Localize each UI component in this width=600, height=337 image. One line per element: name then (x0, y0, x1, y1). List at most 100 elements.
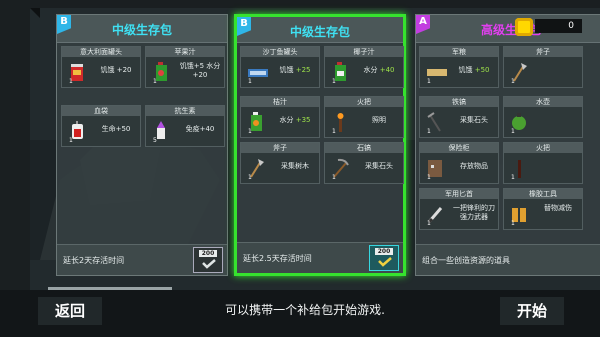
item-name: 沙丁鱼罐头 (241, 47, 319, 57)
stat-label: 饥饿 (279, 66, 294, 74)
stat-value: +40 (379, 66, 395, 74)
item-count: 1 (511, 174, 515, 181)
coin-counter: 0 (515, 18, 582, 36)
pack-title: 中级生存包 (289, 25, 350, 39)
item-name: 火把 (504, 143, 582, 153)
item-count: 1 (332, 128, 336, 135)
item-stat: 照明 (372, 116, 386, 124)
pack-card-1[interactable]: B 中级生存包 意大利面罐头 1 饥饿 +20 苹果汁 1 饥饿+5 水分+20… (56, 14, 228, 276)
hint-text: 可以携带一个补给包开始游戏. (225, 303, 385, 317)
item-slot[interactable]: 斧子 1 (503, 46, 583, 88)
select-pack-button[interactable]: 200 (193, 247, 223, 273)
item-stat: 饥饿 +50 (450, 66, 498, 75)
item-name: 苹果汁 (146, 47, 224, 57)
item-stat: 饥饿 +25 (271, 66, 319, 75)
item-count: 1 (332, 78, 336, 85)
item-name: 橡胶工具 (504, 189, 582, 199)
item-name: 火把 (325, 97, 403, 107)
item-name: 水壶 (504, 97, 582, 107)
item-name: 石镐 (325, 143, 403, 153)
select-pack-button[interactable]: 200 (369, 245, 399, 271)
item-count: 5 (153, 137, 157, 144)
stat-value: +50 (474, 66, 490, 74)
item-slot[interactable]: 苹果汁 1 饥饿+5 水分+20 (145, 46, 225, 88)
price-label: 200 (375, 248, 393, 255)
item-name: 椰子汁 (325, 47, 403, 57)
item-slot[interactable]: 血袋 1 生命+50 (61, 105, 141, 147)
item-name: 斧子 (241, 143, 319, 153)
pack-description: 延长2.5天存活时间 (243, 254, 312, 263)
item-stat: 采集石头 (460, 116, 488, 124)
pack-footer: 延长2.5天存活时间 200 (237, 242, 403, 273)
item-slot[interactable]: 意大利面罐头 1 饥饿 +20 (61, 46, 141, 88)
pack-card-2[interactable]: B 中级生存包 沙丁鱼罐头 1 饥饿 +25 椰子汁 1 水分 +40 桔汁 1… (234, 14, 406, 276)
item-slot[interactable]: 火把 1 (503, 142, 583, 184)
pack-description: 组合一些创造资源的道具 (422, 256, 510, 265)
item-count: 1 (332, 174, 336, 181)
item-slot[interactable]: 桔汁 1 水分 +35 (240, 96, 320, 138)
item-stat: 免疫+40 (185, 125, 215, 133)
item-slot[interactable]: 保险柜 1 存放物品 (419, 142, 499, 184)
item-stat: 水分 +35 (271, 116, 319, 125)
item-count: 1 (427, 220, 431, 227)
item-slot[interactable]: 抗生素 5 免疫+40 (145, 105, 225, 147)
gold-coin-icon (515, 18, 533, 36)
item-name: 军粮 (420, 47, 498, 57)
item-stat: 采集石头 (365, 162, 393, 170)
item-slot[interactable]: 军用匕首 1 一把锋利的刀 强力武器 (419, 188, 499, 230)
item-slot[interactable]: 沙丁鱼罐头 1 饥饿 +25 (240, 46, 320, 88)
start-button[interactable]: 开始 (500, 297, 564, 325)
item-count: 1 (153, 78, 157, 85)
item-stat: 生命+50 (101, 125, 131, 133)
item-slot[interactable]: 铁镐 1 采集石头 (419, 96, 499, 138)
back-button[interactable]: 返回 (38, 297, 102, 325)
item-count: 1 (248, 128, 252, 135)
item-slot[interactable]: 水壶 1 (503, 96, 583, 138)
item-name: 桔汁 (241, 97, 319, 107)
item-count: 1 (427, 174, 431, 181)
item-stat: 饥饿+5 水分+20 (179, 62, 221, 79)
item-slot[interactable]: 橡胶工具 1 替物减伤 (503, 188, 583, 230)
item-count: 1 (248, 78, 252, 85)
item-slot[interactable]: 石镐 1 采集石头 (324, 142, 404, 184)
item-name: 抗生素 (146, 106, 224, 116)
item-name: 铁镐 (420, 97, 498, 107)
item-stat: 饥饿 +20 (100, 66, 132, 74)
item-slot[interactable]: 斧子 1 采集树木 (240, 142, 320, 184)
pack-header: B 中级生存包 (57, 15, 227, 43)
item-name: 意大利面罐头 (62, 47, 140, 57)
stat-label: 水分 (279, 116, 294, 124)
pack-footer: 延长2天存活时间 200 (57, 244, 227, 275)
item-slot[interactable]: 椰子汁 1 水分 +40 (324, 46, 404, 88)
pack-title: 中级生存包 (111, 23, 172, 37)
item-count: 1 (511, 220, 515, 227)
stat-value: +35 (295, 116, 311, 124)
coin-count: 0 (535, 19, 582, 33)
stat-label: 水分 (363, 66, 378, 74)
item-stat: 水分 +40 (355, 66, 403, 75)
item-slot[interactable]: 军粮 1 饥饿 +50 (419, 46, 499, 88)
pack-description: 延长2天存活时间 (63, 256, 125, 265)
pack-footer: 组合一些创造资源的道具 (416, 244, 600, 275)
item-count: 1 (511, 128, 515, 135)
item-count: 1 (248, 174, 252, 181)
item-count: 1 (427, 78, 431, 85)
pack-card-3[interactable]: A 高级生存包 军粮 1 饥饿 +50 斧子 1 铁镐 1 采集石头 水壶 1 (415, 14, 600, 276)
item-name: 保险柜 (420, 143, 498, 153)
item-stat: 存放物品 (460, 162, 488, 170)
stat-value: +25 (295, 66, 311, 74)
item-name: 斧子 (504, 47, 582, 57)
pack-header: B 中级生存包 (237, 17, 403, 43)
checkmark-icon (378, 257, 392, 267)
price-label: 200 (199, 250, 217, 257)
item-stat: 一把锋利的刀 强力武器 (453, 204, 495, 221)
item-count: 1 (427, 128, 431, 135)
horizontal-scrollbar[interactable] (48, 287, 172, 290)
item-slot[interactable]: 火把 1 照明 (324, 96, 404, 138)
item-stat: 替物减伤 (544, 204, 572, 212)
item-name: 军用匕首 (420, 189, 498, 199)
item-name: 血袋 (62, 106, 140, 116)
item-count: 1 (511, 78, 515, 85)
item-count: 1 (69, 78, 73, 85)
checkmark-icon (202, 259, 216, 269)
